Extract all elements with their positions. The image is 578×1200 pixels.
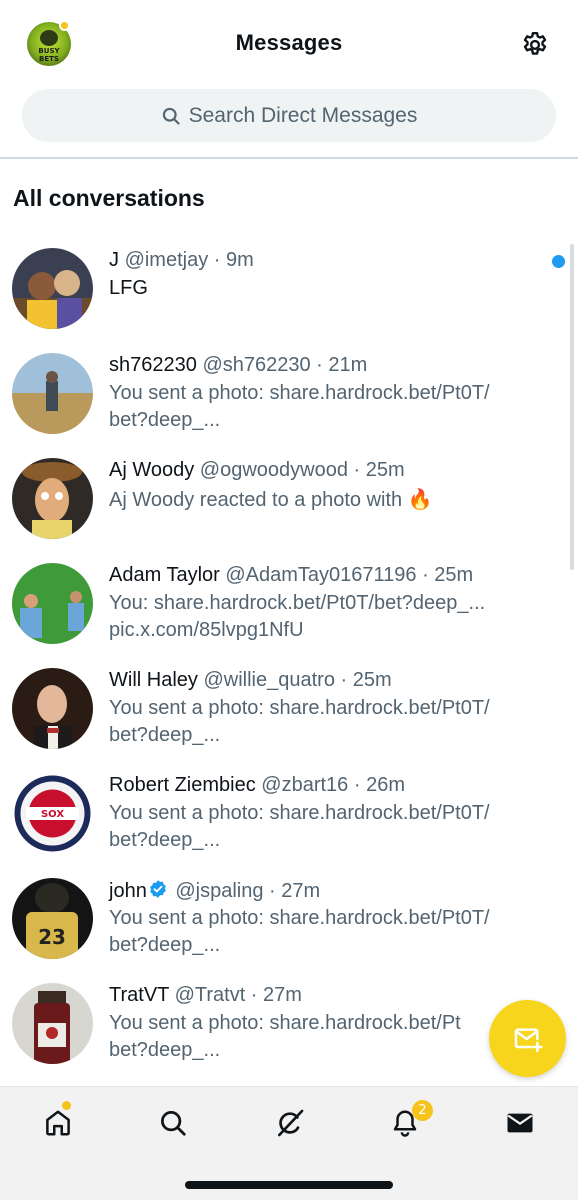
conversation-name: J xyxy=(109,249,119,271)
search-icon xyxy=(162,107,180,125)
conversation-preview: You sent a photo: share.hardrock.bet/Pt0… xyxy=(109,802,490,824)
grok-icon xyxy=(278,1109,304,1137)
svg-text:SOX: SOX xyxy=(41,809,64,820)
conversation-preview-continued: bet?deep_... xyxy=(109,934,221,956)
avatar: 23 xyxy=(12,878,93,959)
home-notification-dot xyxy=(62,1101,71,1110)
conversation-meta: @Tratvt · 27m xyxy=(174,984,302,1006)
conversation-preview-continued: bet?deep_... xyxy=(109,1039,221,1061)
conversation-meta: @ogwoodywood · 25m xyxy=(199,459,405,481)
section-title: All conversations xyxy=(13,185,205,211)
compose-message-icon xyxy=(514,1027,543,1052)
conversation-meta: @imetjay · 9m xyxy=(124,249,254,271)
conversation-name: Robert Ziembiec xyxy=(109,774,256,796)
conversation-preview-continued: pic.x.com/85lvpg1NfU xyxy=(109,619,304,641)
conversation-item[interactable]: sh762230 @sh762230 · 21m You sent a phot… xyxy=(0,345,578,450)
conversation-item[interactable]: Will Haley @willie_quatro · 25m You sent… xyxy=(0,660,578,765)
conversation-preview-continued: bet?deep_... xyxy=(109,409,221,431)
conversation-meta: @zbart16 · 26m xyxy=(261,774,405,796)
conversation-name: Adam Taylor xyxy=(109,564,220,586)
page-title: Messages xyxy=(235,30,343,55)
conversation-item[interactable]: 23 john @jspaling · 27m You sent a photo… xyxy=(0,870,578,975)
top-bar: BUSY BETS Messages xyxy=(0,0,578,88)
notifications-badge: 2 xyxy=(412,1100,433,1121)
mail-icon xyxy=(507,1113,533,1133)
home-indicator xyxy=(185,1181,393,1189)
search-icon xyxy=(161,1111,186,1136)
avatar xyxy=(12,563,93,644)
conversation-name: sh762230 xyxy=(109,354,197,376)
conversation-name: TratVT xyxy=(109,984,170,1006)
conversation-item[interactable]: SOX Robert Ziembiec @zbart16 · 26m You s… xyxy=(0,765,578,870)
conversation-list: J @imetjay · 9m LFG sh762230 @sh762230 ·… xyxy=(0,240,578,1080)
conversation-preview-continued: bet?deep_... xyxy=(109,724,221,746)
conversation-preview: Aj Woody reacted to a photo with 🔥 xyxy=(109,489,433,511)
conversation-name: john xyxy=(109,880,147,902)
tab-explore[interactable] xyxy=(153,1103,193,1143)
avatar xyxy=(12,983,93,1064)
conversation-item[interactable]: J @imetjay · 9m LFG xyxy=(0,240,578,345)
conversation-preview: You sent a photo: share.hardrock.bet/Pt xyxy=(109,1012,461,1034)
tab-messages[interactable] xyxy=(500,1103,540,1143)
home-icon xyxy=(46,1110,70,1136)
svg-text:23: 23 xyxy=(38,925,66,949)
conversation-preview: You: share.hardrock.bet/Pt0T/bet?deep_..… xyxy=(109,592,486,614)
conversation-name: Will Haley xyxy=(109,669,198,691)
tab-grok[interactable] xyxy=(270,1103,310,1143)
conversation-preview-continued: bet?deep_... xyxy=(109,829,221,851)
conversation-item[interactable]: Aj Woody @ogwoodywood · 25m Aj Woody rea… xyxy=(0,450,578,555)
new-message-button[interactable] xyxy=(489,1000,566,1077)
avatar xyxy=(12,353,93,434)
avatar xyxy=(12,458,93,539)
search-direct-messages-input[interactable]: Search Direct Messages xyxy=(22,89,556,142)
unread-indicator xyxy=(552,255,565,268)
conversation-meta: @sh762230 · 21m xyxy=(202,354,368,376)
scrollbar[interactable] xyxy=(570,244,574,570)
conversation-meta: @jspaling · 27m xyxy=(175,880,321,902)
search-placeholder: Search Direct Messages xyxy=(188,103,418,127)
conversation-meta: @willie_quatro · 25m xyxy=(203,669,392,691)
verified-icon xyxy=(149,880,166,898)
header-divider xyxy=(0,157,578,159)
avatar: SOX xyxy=(12,773,93,854)
conversation-meta: @AdamTay01671196 · 25m xyxy=(225,564,474,586)
conversation-item[interactable]: Adam Taylor @AdamTay01671196 · 25m You: … xyxy=(0,555,578,660)
conversation-preview: You sent a photo: share.hardrock.bet/Pt0… xyxy=(109,382,490,404)
conversation-name: Aj Woody xyxy=(109,459,195,481)
avatar xyxy=(12,248,93,329)
conversation-preview: You sent a photo: share.hardrock.bet/Pt0… xyxy=(109,697,490,719)
gear-icon xyxy=(523,31,547,55)
tab-home[interactable] xyxy=(38,1103,78,1143)
avatar xyxy=(12,668,93,749)
conversation-preview: You sent a photo: share.hardrock.bet/Pt0… xyxy=(109,907,490,929)
settings-button[interactable] xyxy=(517,27,553,63)
conversation-preview: LFG xyxy=(109,277,148,299)
